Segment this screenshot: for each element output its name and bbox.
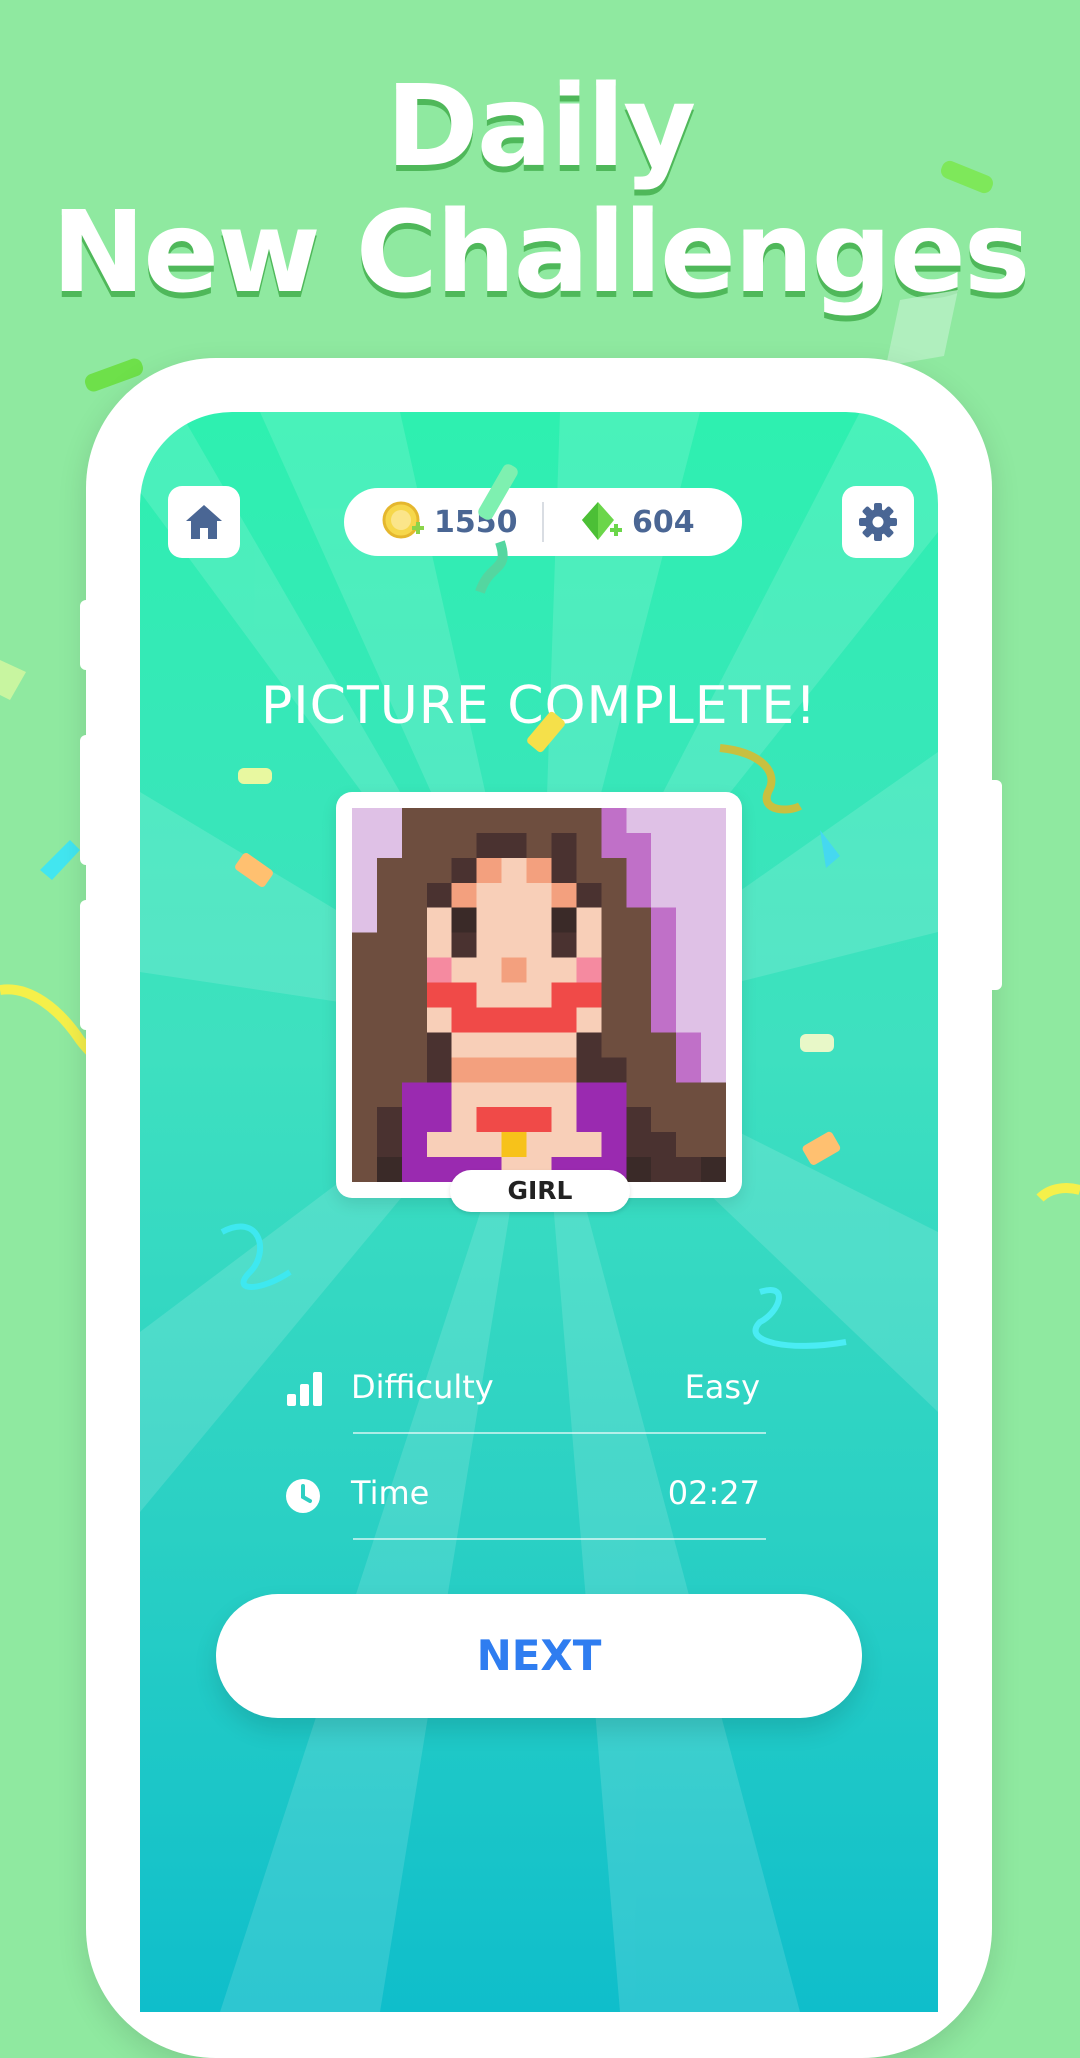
phone-screen: 1550 604 PICTURE COMPLETE! GIRL Difficul… — [140, 412, 938, 2012]
headline-line-2: New Challenges — [51, 188, 1031, 318]
phone-side-button — [80, 735, 96, 865]
stat-label: Time — [351, 1474, 430, 1512]
stat-value: 02:27 — [667, 1474, 760, 1512]
stat-label: Difficulty — [351, 1368, 494, 1406]
divider — [353, 1432, 766, 1434]
currency-divider — [542, 502, 544, 542]
gem-count: 604 — [632, 504, 695, 540]
stat-row-difficulty: Difficulty Easy — [285, 1360, 766, 1434]
home-button[interactable] — [168, 486, 240, 558]
coin-count: 1550 — [434, 504, 518, 540]
currency-pill: 1550 604 — [344, 488, 742, 556]
picture-name-tag: GIRL — [450, 1170, 630, 1212]
headline-line-1: Daily — [385, 62, 696, 192]
pixel-art-girl-image — [352, 808, 726, 1182]
clock-icon — [286, 1479, 320, 1513]
gem-icon — [582, 502, 622, 540]
signal-bars-icon — [287, 1372, 322, 1406]
home-icon — [186, 505, 222, 539]
phone-side-button — [986, 780, 1002, 990]
coin-icon — [382, 501, 424, 539]
picture-card — [336, 792, 742, 1198]
next-button[interactable]: NEXT — [216, 1594, 862, 1718]
stat-row-time: Time 02:27 — [285, 1466, 766, 1540]
gear-icon — [859, 503, 897, 541]
picture-complete-title: PICTURE COMPLETE! — [260, 676, 818, 736]
phone-side-button — [80, 900, 96, 1030]
gem-balance[interactable]: 604 — [580, 500, 695, 544]
settings-button[interactable] — [842, 486, 914, 558]
stat-value: Easy — [684, 1368, 760, 1406]
sunburst-rays — [140, 412, 938, 2012]
coin-balance[interactable]: 1550 — [382, 500, 518, 544]
phone-side-button — [80, 600, 96, 670]
divider — [353, 1538, 766, 1540]
